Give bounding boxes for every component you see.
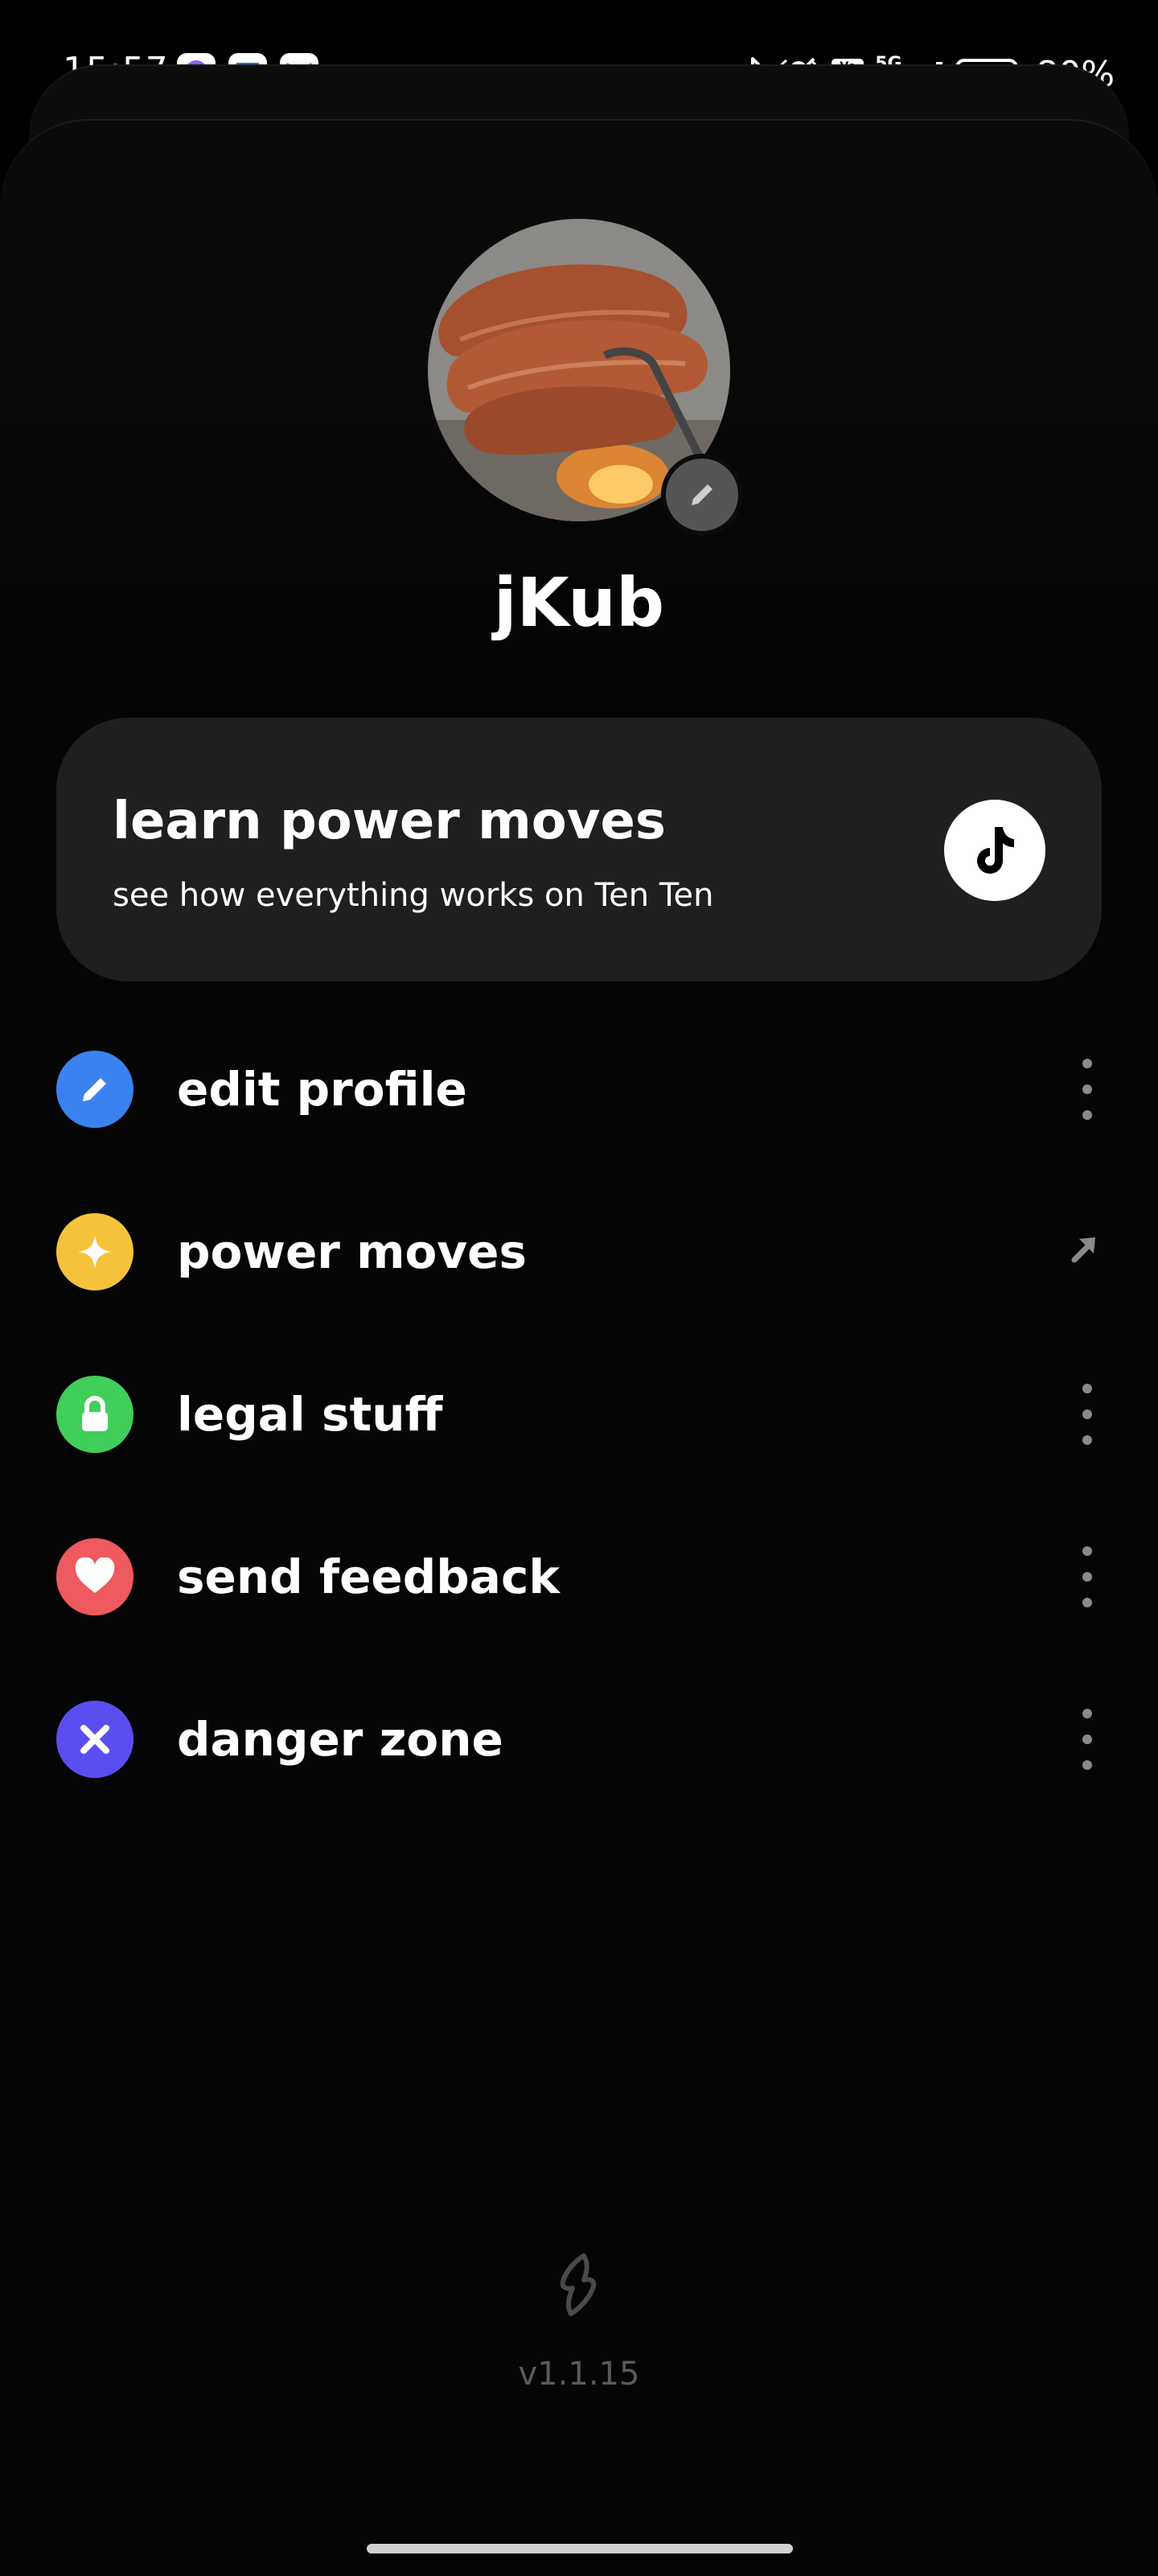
more-options-icon[interactable] [1073,1384,1102,1445]
menu-icon-circle [56,1538,133,1615]
app-version: v1.1.15 [518,2356,640,2393]
profile-username: jKub [493,563,665,642]
learn-power-moves-card[interactable]: learn power moves see how everything wor… [56,718,1102,981]
menu-icon-circle [56,1701,133,1778]
menu-label: edit profile [177,1062,467,1117]
pencil-icon [83,1078,106,1101]
menu-label: send feedback [177,1549,560,1604]
menu-item-danger-zone[interactable]: danger zone [56,1694,1102,1783]
external-link-arrow-icon[interactable] [1066,1231,1102,1266]
menu-icon-circle [56,1376,133,1453]
menu-icon-circle [56,1213,133,1290]
tiktok-icon [977,827,1014,874]
menu-item-power-moves[interactable]: power moves [56,1207,1102,1295]
ten-ten-logo-icon [560,2253,597,2316]
sparkle-icon [78,1235,112,1269]
menu-label: power moves [177,1224,528,1279]
more-options-icon[interactable] [1073,1709,1102,1770]
menu-icon-circle [56,1051,133,1128]
more-options-icon[interactable] [1073,1546,1102,1607]
menu-label: legal stuff [177,1387,443,1442]
pencil-icon [692,484,712,505]
card-subtitle: see how everything works on Ten Ten [113,877,714,914]
card-title: learn power moves [113,792,666,851]
more-options-icon[interactable] [1073,1059,1102,1120]
menu-item-send-feedback[interactable]: send feedback [56,1532,1102,1620]
tiktok-button[interactable] [944,800,1045,901]
lock-icon [82,1396,108,1431]
menu-label: danger zone [177,1712,503,1767]
heart-icon [75,1558,115,1593]
home-indicator[interactable] [367,2544,793,2553]
edit-avatar-button[interactable] [661,454,743,536]
menu-item-edit-profile[interactable]: edit profile [56,1044,1102,1133]
menu-item-legal-stuff[interactable]: legal stuff [56,1369,1102,1458]
x-icon [80,1725,109,1754]
